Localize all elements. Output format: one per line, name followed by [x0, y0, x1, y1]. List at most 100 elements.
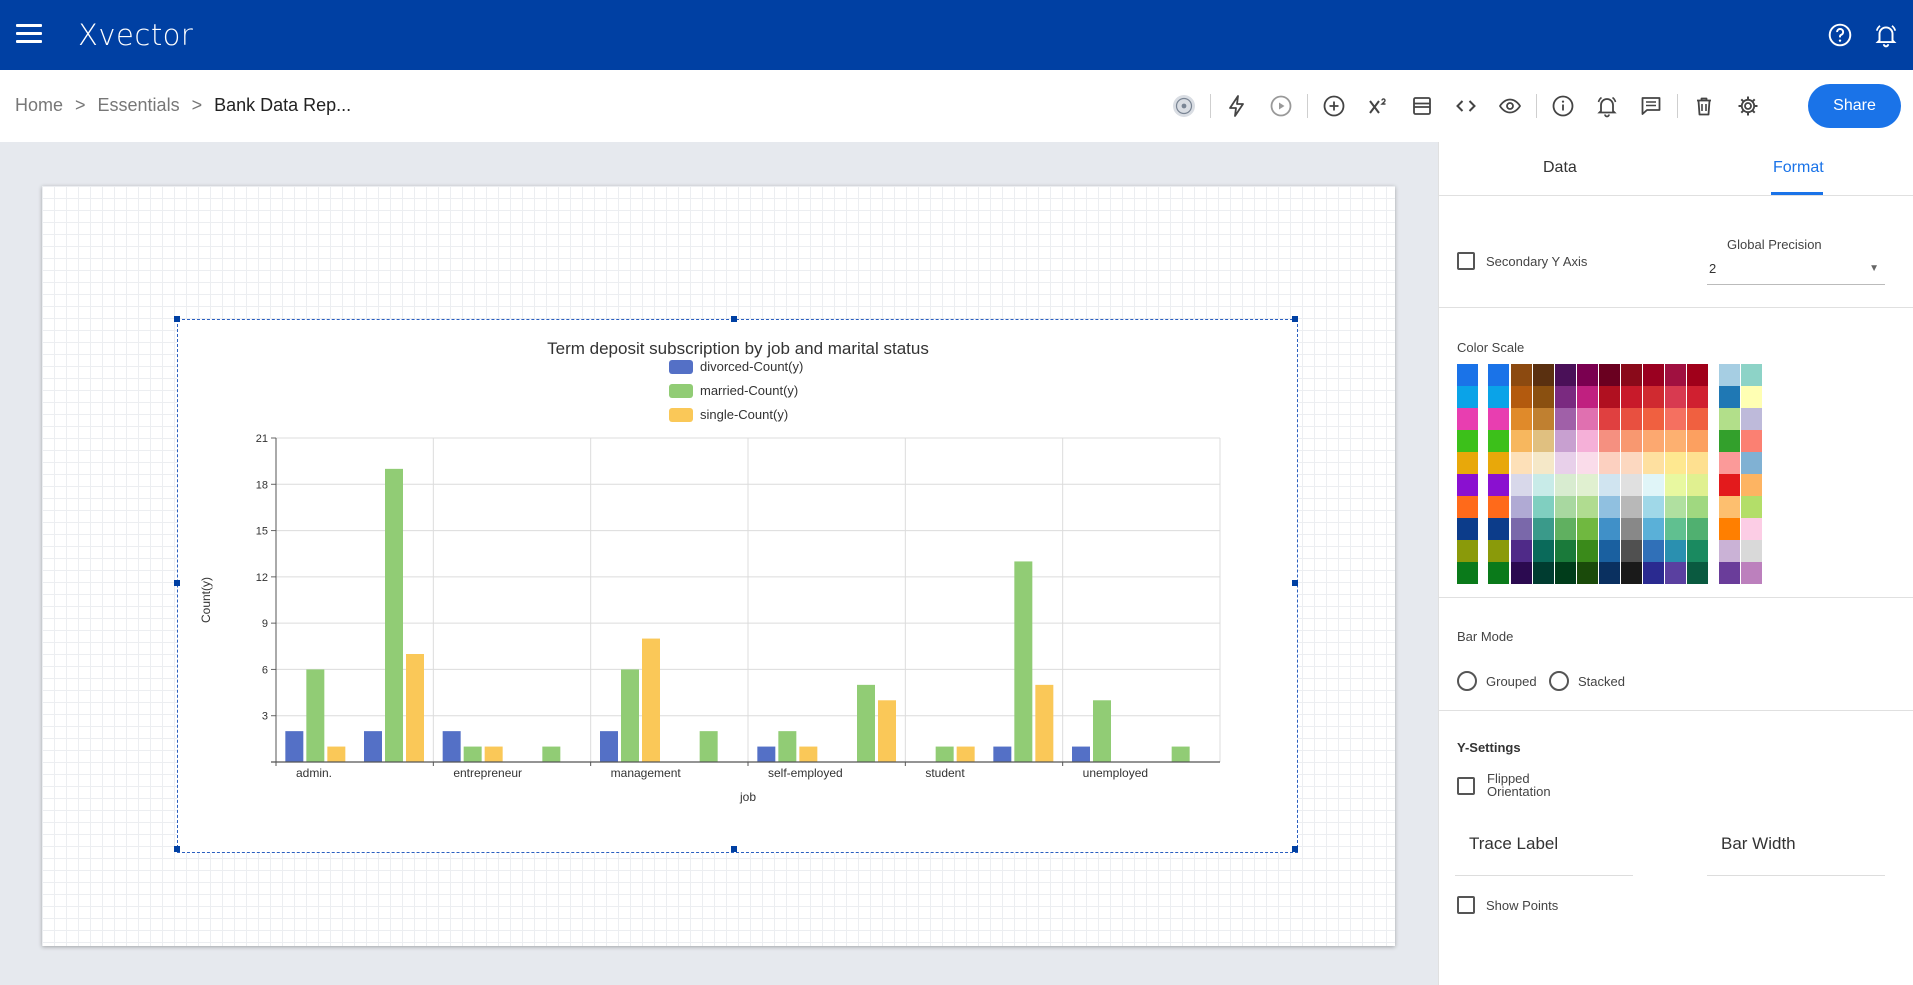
color-scale-column[interactable]	[1599, 364, 1620, 584]
color-swatch[interactable]	[1488, 430, 1509, 452]
formula-button[interactable]	[1356, 90, 1400, 122]
color-scale-column[interactable]	[1555, 364, 1576, 584]
color-swatch[interactable]	[1665, 386, 1686, 408]
color-swatch[interactable]	[1577, 562, 1598, 584]
run-button[interactable]	[1259, 90, 1303, 122]
color-swatch[interactable]	[1687, 364, 1708, 386]
color-swatch[interactable]	[1599, 496, 1620, 518]
color-swatch[interactable]	[1488, 386, 1509, 408]
color-swatch[interactable]	[1599, 430, 1620, 452]
color-swatch[interactable]	[1457, 562, 1478, 584]
color-swatch[interactable]	[1741, 518, 1762, 540]
color-swatch[interactable]	[1741, 386, 1762, 408]
add-button[interactable]	[1312, 90, 1356, 122]
color-swatch[interactable]	[1741, 540, 1762, 562]
color-swatch[interactable]	[1719, 386, 1740, 408]
color-swatch[interactable]	[1741, 452, 1762, 474]
color-swatch[interactable]	[1555, 452, 1576, 474]
settings-button[interactable]	[1726, 90, 1770, 122]
color-swatch[interactable]	[1488, 562, 1509, 584]
color-swatch[interactable]	[1599, 540, 1620, 562]
trace-label-input[interactable]: Trace Label	[1455, 826, 1633, 876]
color-swatch[interactable]	[1719, 518, 1740, 540]
color-swatch[interactable]	[1533, 408, 1554, 430]
color-swatch[interactable]	[1577, 364, 1598, 386]
color-swatch[interactable]	[1457, 408, 1478, 430]
color-swatch[interactable]	[1643, 430, 1664, 452]
share-button[interactable]: Share	[1808, 84, 1901, 128]
color-swatch[interactable]	[1665, 452, 1686, 474]
color-swatch[interactable]	[1577, 430, 1598, 452]
show-points-checkbox[interactable]	[1457, 896, 1475, 914]
color-swatch[interactable]	[1555, 364, 1576, 386]
color-swatch[interactable]	[1719, 562, 1740, 584]
color-swatch[interactable]	[1533, 364, 1554, 386]
color-swatch[interactable]	[1511, 518, 1532, 540]
tab-data[interactable]: Data	[1543, 159, 1577, 177]
color-swatch[interactable]	[1577, 540, 1598, 562]
global-precision-select[interactable]: 2 ▼	[1707, 255, 1885, 285]
color-swatch[interactable]	[1719, 364, 1740, 386]
color-swatch[interactable]	[1555, 562, 1576, 584]
color-swatch[interactable]	[1599, 474, 1620, 496]
alert-button[interactable]	[1585, 90, 1629, 122]
color-swatch[interactable]	[1643, 408, 1664, 430]
color-swatch[interactable]	[1533, 496, 1554, 518]
color-swatch[interactable]	[1687, 540, 1708, 562]
color-swatch[interactable]	[1741, 474, 1762, 496]
layout-button[interactable]	[1400, 90, 1444, 122]
color-swatch[interactable]	[1488, 540, 1509, 562]
color-swatch[interactable]	[1577, 386, 1598, 408]
comments-button[interactable]	[1629, 90, 1673, 122]
color-swatch[interactable]	[1621, 452, 1642, 474]
color-swatch[interactable]	[1457, 518, 1478, 540]
color-swatch[interactable]	[1577, 496, 1598, 518]
color-swatch[interactable]	[1457, 540, 1478, 562]
color-swatch[interactable]	[1511, 540, 1532, 562]
color-swatch[interactable]	[1687, 452, 1708, 474]
color-swatch[interactable]	[1719, 452, 1740, 474]
color-scale-column[interactable]	[1621, 364, 1642, 584]
color-swatch[interactable]	[1687, 518, 1708, 540]
color-swatch[interactable]	[1741, 430, 1762, 452]
color-swatch[interactable]	[1621, 496, 1642, 518]
color-swatch[interactable]	[1555, 430, 1576, 452]
color-swatch[interactable]	[1719, 540, 1740, 562]
color-swatch[interactable]	[1555, 474, 1576, 496]
secondary-y-axis-checkbox[interactable]	[1457, 252, 1475, 270]
color-scale-column[interactable]	[1533, 364, 1554, 584]
color-swatch[interactable]	[1488, 496, 1509, 518]
color-scale-column[interactable]	[1577, 364, 1598, 584]
color-swatch[interactable]	[1643, 474, 1664, 496]
color-swatch[interactable]	[1687, 408, 1708, 430]
color-swatch[interactable]	[1488, 408, 1509, 430]
color-scale-column[interactable]	[1687, 364, 1708, 584]
color-swatch[interactable]	[1533, 474, 1554, 496]
stacked-radio[interactable]	[1549, 671, 1569, 691]
color-swatch[interactable]	[1665, 408, 1686, 430]
color-swatch[interactable]	[1457, 386, 1478, 408]
color-swatch[interactable]	[1621, 408, 1642, 430]
color-swatch[interactable]	[1511, 364, 1532, 386]
color-swatch[interactable]	[1621, 474, 1642, 496]
color-swatch[interactable]	[1599, 452, 1620, 474]
color-swatch[interactable]	[1621, 430, 1642, 452]
color-scale-column[interactable]	[1643, 364, 1664, 584]
grouped-radio[interactable]	[1457, 671, 1477, 691]
color-swatch[interactable]	[1643, 496, 1664, 518]
color-swatch[interactable]	[1457, 364, 1478, 386]
color-swatch[interactable]	[1687, 562, 1708, 584]
color-swatch[interactable]	[1665, 540, 1686, 562]
color-scale-column[interactable]	[1665, 364, 1686, 584]
color-swatch[interactable]	[1599, 562, 1620, 584]
color-swatch[interactable]	[1577, 452, 1598, 474]
color-swatch[interactable]	[1665, 364, 1686, 386]
color-swatch[interactable]	[1488, 518, 1509, 540]
color-swatch[interactable]	[1555, 540, 1576, 562]
preview-button[interactable]	[1488, 90, 1532, 122]
color-swatch[interactable]	[1719, 474, 1740, 496]
color-swatch[interactable]	[1621, 518, 1642, 540]
color-swatch[interactable]	[1511, 452, 1532, 474]
tab-format[interactable]: Format	[1773, 159, 1824, 177]
color-swatch[interactable]	[1488, 452, 1509, 474]
